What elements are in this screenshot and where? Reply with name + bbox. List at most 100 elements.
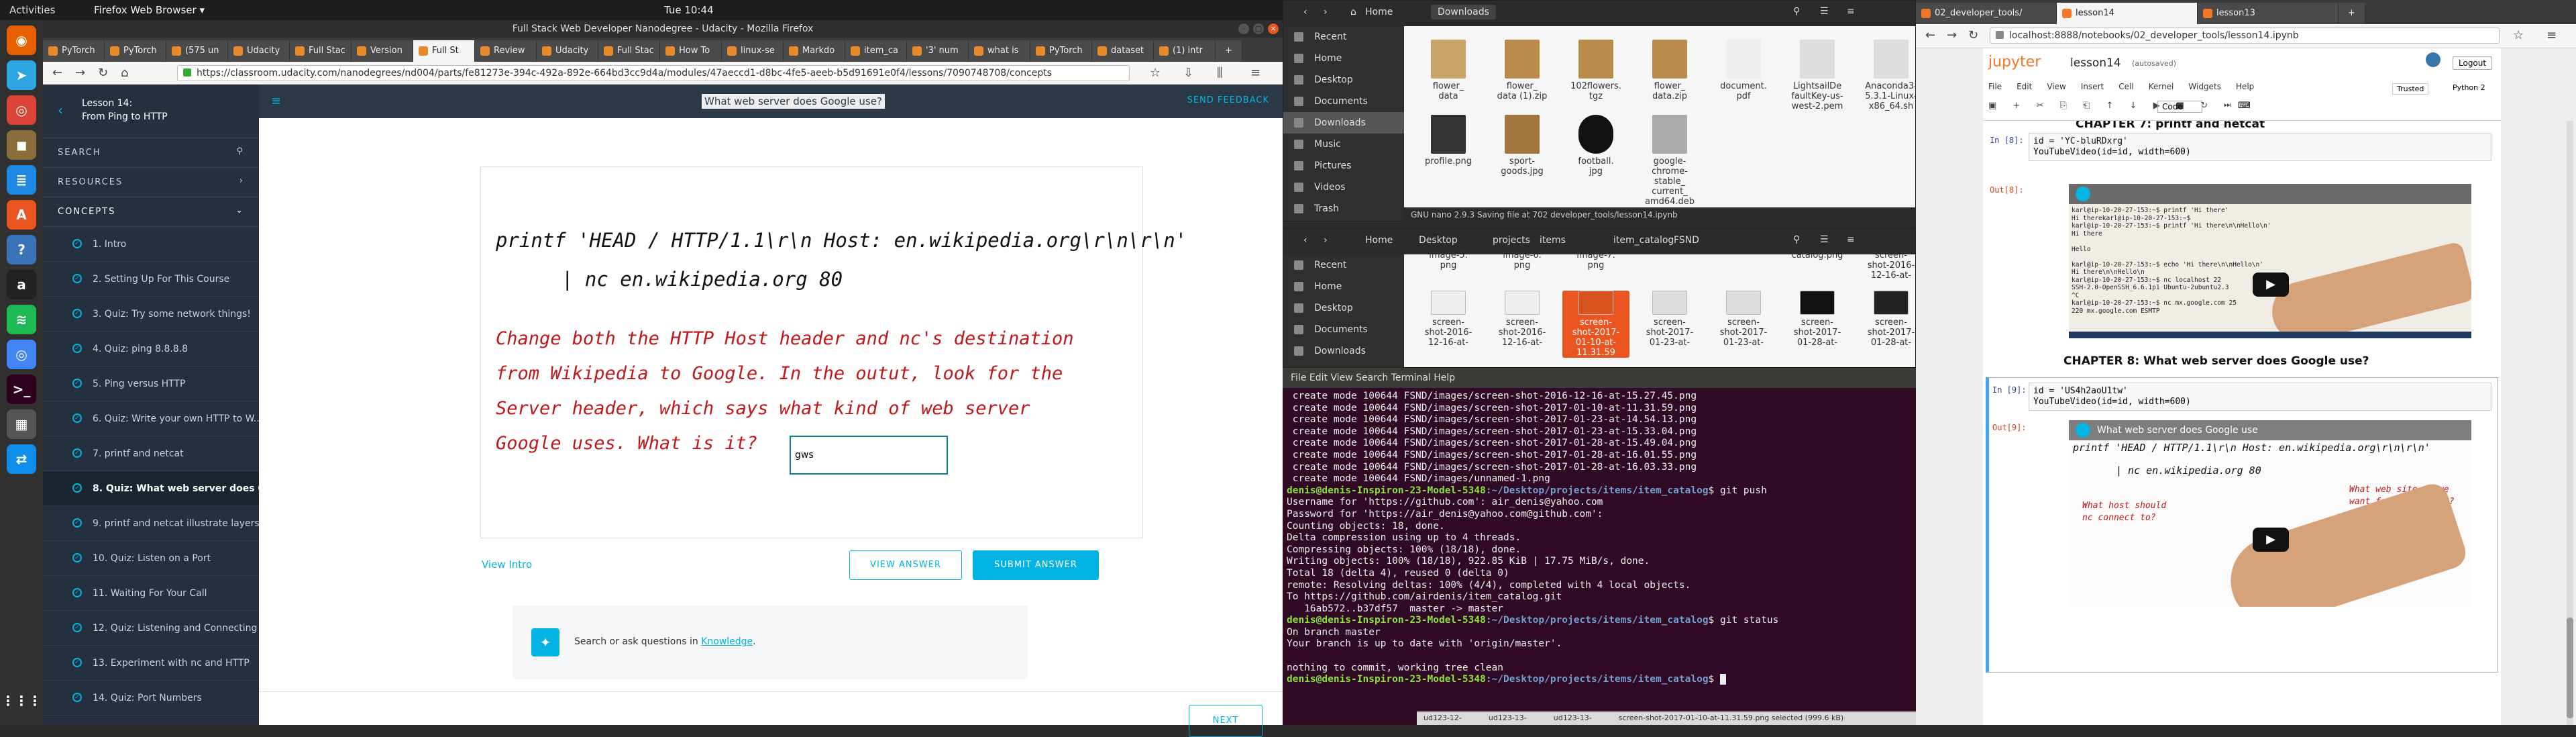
url-bar[interactable]: https://classroom.udacity.com/nanodegree… <box>177 65 1130 81</box>
back-icon[interactable]: ‹ <box>1303 235 1307 246</box>
file-item[interactable]: profile.png <box>1415 115 1482 166</box>
menu-icon[interactable]: ≡ <box>1250 66 1260 80</box>
minimize-button[interactable]: – <box>1238 23 1249 34</box>
jupyter-menu-item[interactable]: Cell <box>2118 82 2133 91</box>
concept-item[interactable]: ✓ 1. Intro <box>43 227 259 262</box>
chevron-left-icon[interactable]: ‹ <box>58 102 63 118</box>
jupyter-menu-item[interactable]: Edit <box>2017 82 2032 91</box>
forward-icon[interactable]: › <box>1324 7 1328 17</box>
concept-item[interactable]: ✓ 2. Setting Up For This Course <box>43 262 259 297</box>
menu-icon[interactable]: ≡ <box>1847 234 1855 245</box>
file-item[interactable]: image-7. png <box>1562 250 1629 271</box>
image-file-item[interactable]: screen- shot-2017- 01-10-at- 11.31.59 <box>1562 291 1629 358</box>
browser-tab[interactable]: what is <box>969 40 1030 62</box>
concept-item[interactable]: ✓ 14. Quiz: Port Numbers <box>43 681 259 716</box>
image-file-item[interactable]: screen- shot-2017- 01-23-at- <box>1710 291 1777 348</box>
concept-item[interactable]: ✓ 13. Experiment with nc and HTTP <box>43 646 259 681</box>
chrome-2-icon[interactable]: ◎ <box>7 340 36 369</box>
browser-tab[interactable]: PyTorch <box>43 40 105 62</box>
location-downloads[interactable]: Downloads <box>1431 5 1496 19</box>
youtube-video-1[interactable]: karl@ip-10-20-27-153:~$ printf 'Hi there… <box>2069 184 2471 338</box>
terminal-icon[interactable]: >_ <box>7 375 36 404</box>
send-feedback-link[interactable]: SEND FEEDBACK <box>1187 95 1269 105</box>
back-icon[interactable]: ← <box>52 66 62 80</box>
concept-item[interactable]: ✓ 12. Quiz: Listening and Connecting <box>43 611 259 646</box>
sidebar-place[interactable]: Downloads <box>1283 340 1404 362</box>
keyboard-icon[interactable]: ⌨ <box>2238 101 2251 111</box>
logout-button[interactable]: Logout <box>2453 56 2493 70</box>
back-icon[interactable]: ← <box>1925 28 1935 42</box>
firefox-icon[interactable]: ◉ <box>7 26 36 55</box>
sidebar-place[interactable]: Pictures <box>1283 155 1404 177</box>
concept-item[interactable]: ✓ 10. Quiz: Listen on a Port <box>43 541 259 576</box>
concept-item[interactable]: ✓ 3. Quiz: Try some network things! <box>43 297 259 332</box>
concepts-section[interactable]: CONCEPTS ⌄ <box>43 197 259 227</box>
breadcrumb-item[interactable]: Home <box>1365 235 1393 246</box>
new-tab-button[interactable]: + <box>2339 3 2365 24</box>
close-button[interactable]: × <box>1268 23 1279 34</box>
sidebar-place[interactable]: Recent <box>1283 254 1404 276</box>
sidebar-place[interactable]: Music <box>1283 134 1404 155</box>
browser-tab[interactable]: Full Stac <box>290 40 352 62</box>
browser-tab[interactable]: (1) intr <box>1154 40 1216 62</box>
search-icon[interactable]: ⚲ <box>1793 234 1800 245</box>
bookmark-star-icon[interactable]: ☆ <box>1150 66 1161 80</box>
back-icon[interactable]: ‹ <box>1303 7 1307 17</box>
file-item[interactable]: Anaconda3- 5.3.1-Linux- x86_64.sh <box>1858 40 1925 111</box>
file-item[interactable]: LightsailDe faultKey-us- west-2.pem <box>1784 40 1851 111</box>
new-tab-button[interactable]: + <box>1216 40 1242 62</box>
browser-tab[interactable]: '3' num <box>907 40 969 62</box>
browser-tab[interactable]: lesson14 <box>2057 3 2198 24</box>
file-item[interactable]: football. jpg <box>1562 115 1629 177</box>
image-file-item[interactable]: screen- shot-2017- 01-23-at- <box>1636 291 1703 348</box>
list-view-icon[interactable]: ☰ <box>1820 234 1829 245</box>
location-home[interactable]: Home <box>1365 7 1393 17</box>
forward-icon[interactable]: → <box>1947 28 1957 42</box>
downloads-icon[interactable]: ⇩ <box>1183 66 1193 80</box>
app-menu[interactable]: Firefox Web Browser ▾ <box>94 4 205 16</box>
play-icon[interactable]: ▶ <box>2253 528 2289 552</box>
breadcrumb-item[interactable]: projects <box>1493 235 1530 246</box>
sidebar-place[interactable]: Desktop <box>1283 69 1404 91</box>
sidebar-place[interactable]: Home <box>1283 48 1404 69</box>
sidebar-place[interactable]: Desktop <box>1283 297 1404 319</box>
bookmark-star-icon[interactable]: ☆ <box>2513 28 2524 42</box>
jupyter-menu-item[interactable]: Kernel <box>2149 82 2174 91</box>
jupyter-menu-item[interactable]: Widgets <box>2188 82 2221 91</box>
file-item[interactable]: image-6. png <box>1489 250 1556 271</box>
cell-type-select[interactable]: Code <box>2157 101 2202 113</box>
teamviewer-icon[interactable]: ⇄ <box>7 444 36 474</box>
sidebar-place[interactable]: Downloads <box>1283 112 1404 134</box>
sidebar-place[interactable]: Recent <box>1283 26 1404 48</box>
browser-tab[interactable]: linux-se <box>722 40 784 62</box>
sidebar-place[interactable]: Trash <box>1283 198 1404 219</box>
library-icon[interactable]: ⫼ <box>1217 66 1222 80</box>
maximize-button[interactable]: □ <box>1253 23 1264 34</box>
browser-tab[interactable]: Version <box>352 40 413 62</box>
cell-8-code[interactable]: id = 'YC-bluRDxrg' YouTubeVideo(id=id, w… <box>2029 133 2491 161</box>
browser-tab[interactable]: Udacity <box>228 40 290 62</box>
browser-tab[interactable]: lesson13 <box>2198 3 2339 24</box>
reload-icon[interactable]: ↻ <box>98 66 108 80</box>
home-icon[interactable]: ⌂ <box>121 66 128 80</box>
jupyter-menu-item[interactable]: Insert <box>2081 82 2104 91</box>
next-button[interactable]: NEXT <box>1189 705 1263 737</box>
sidebar-place[interactable]: Home <box>1283 276 1404 297</box>
file-item[interactable]: flower_ data.zip <box>1636 40 1703 101</box>
concept-item[interactable]: ✓ 11. Waiting For Your Call <box>43 576 259 611</box>
resources-section[interactable]: RESOURCES › <box>43 168 259 197</box>
concept-item[interactable]: ✓ 9. printf and netcat illustrate layers <box>43 506 259 541</box>
scrollbar[interactable] <box>2567 121 2573 725</box>
terminal-window[interactable]: File Edit View Search Terminal Help crea… <box>1283 368 1916 725</box>
quiz-video[interactable]: printf 'HEAD / HTTP/1.1\r\n Host: en.wik… <box>480 166 1187 538</box>
knowledge-link[interactable]: Knowledge <box>701 636 753 647</box>
amazon-icon[interactable]: a <box>7 270 36 299</box>
reload-icon[interactable]: ↻ <box>1968 28 1978 42</box>
calculator-icon[interactable]: ▦ <box>7 409 36 439</box>
browser-tab[interactable]: Full Stac <box>598 40 660 62</box>
chrome-icon[interactable]: ◎ <box>7 95 36 125</box>
lesson-header[interactable]: ‹ Lesson 14: From Ping to HTTP <box>43 85 259 138</box>
jupyter-logo[interactable]: jupyter <box>1988 54 2041 70</box>
spotify-icon[interactable]: ≋ <box>7 305 36 334</box>
concept-item[interactable]: ✓ 6. Quiz: Write your own HTTP to W... <box>43 401 259 436</box>
